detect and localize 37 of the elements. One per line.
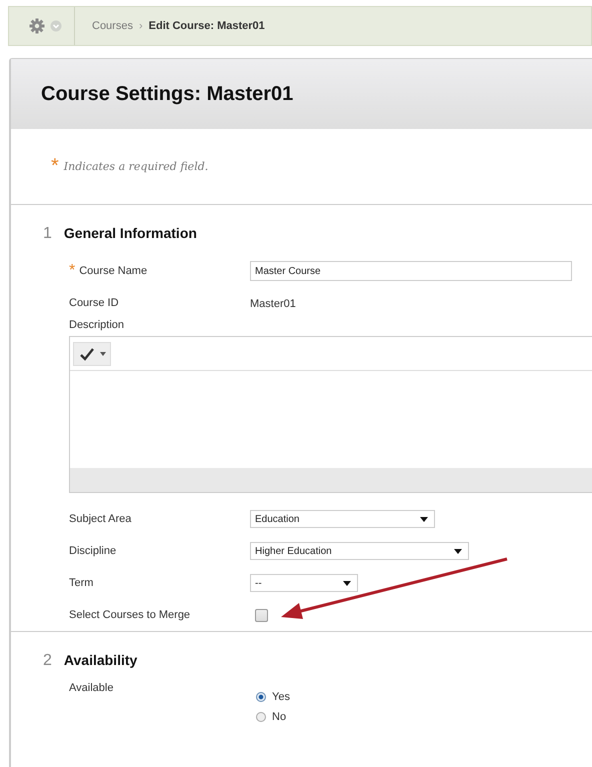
caret-icon xyxy=(454,548,462,554)
field-label: Select Courses to Merge xyxy=(69,609,190,621)
section-title: Availability xyxy=(64,652,138,668)
field-label: Term xyxy=(69,577,94,589)
section-number: 1 xyxy=(43,225,52,243)
chevron-down-icon[interactable] xyxy=(50,20,62,32)
section-title: General Information xyxy=(64,225,197,241)
radio-label: Yes xyxy=(272,691,290,703)
field-label: Course ID xyxy=(69,297,119,309)
field-label: Description xyxy=(69,319,126,331)
field-label: Available xyxy=(69,682,114,694)
required-marker: * xyxy=(69,262,76,280)
radio-label: No xyxy=(272,711,286,723)
breadcrumb-current: Edit Course: Master01 xyxy=(148,20,265,32)
course-name-field[interactable]: Master Course xyxy=(250,261,572,282)
radio-button[interactable] xyxy=(256,692,266,702)
dropdown[interactable]: -- xyxy=(250,574,358,592)
caret-icon xyxy=(343,580,351,586)
field-label: Subject Area xyxy=(69,513,132,525)
section-number: 2 xyxy=(43,652,52,670)
dropdown[interactable]: Education xyxy=(250,510,435,528)
dropdown[interactable]: Higher Education xyxy=(250,542,469,560)
field-label: Discipline xyxy=(69,545,116,557)
field-label: Course Name xyxy=(79,265,148,277)
radio-button[interactable] xyxy=(256,712,266,722)
caret-icon xyxy=(100,352,106,356)
breadcrumb-separator: › xyxy=(138,20,143,32)
spellcheck-button[interactable] xyxy=(73,342,111,366)
caret-icon xyxy=(420,516,428,522)
required-marker: * xyxy=(51,155,59,178)
spellcheck-icon xyxy=(78,346,96,362)
field-value: Master01 xyxy=(250,298,296,310)
breadcrumb-link[interactable]: Courses xyxy=(92,20,133,32)
checkbox[interactable] xyxy=(255,608,268,622)
page-title: Course Settings: Master01 xyxy=(41,82,294,106)
gear-icon[interactable] xyxy=(29,18,45,34)
required-note: Indicates a required field. xyxy=(64,160,208,173)
